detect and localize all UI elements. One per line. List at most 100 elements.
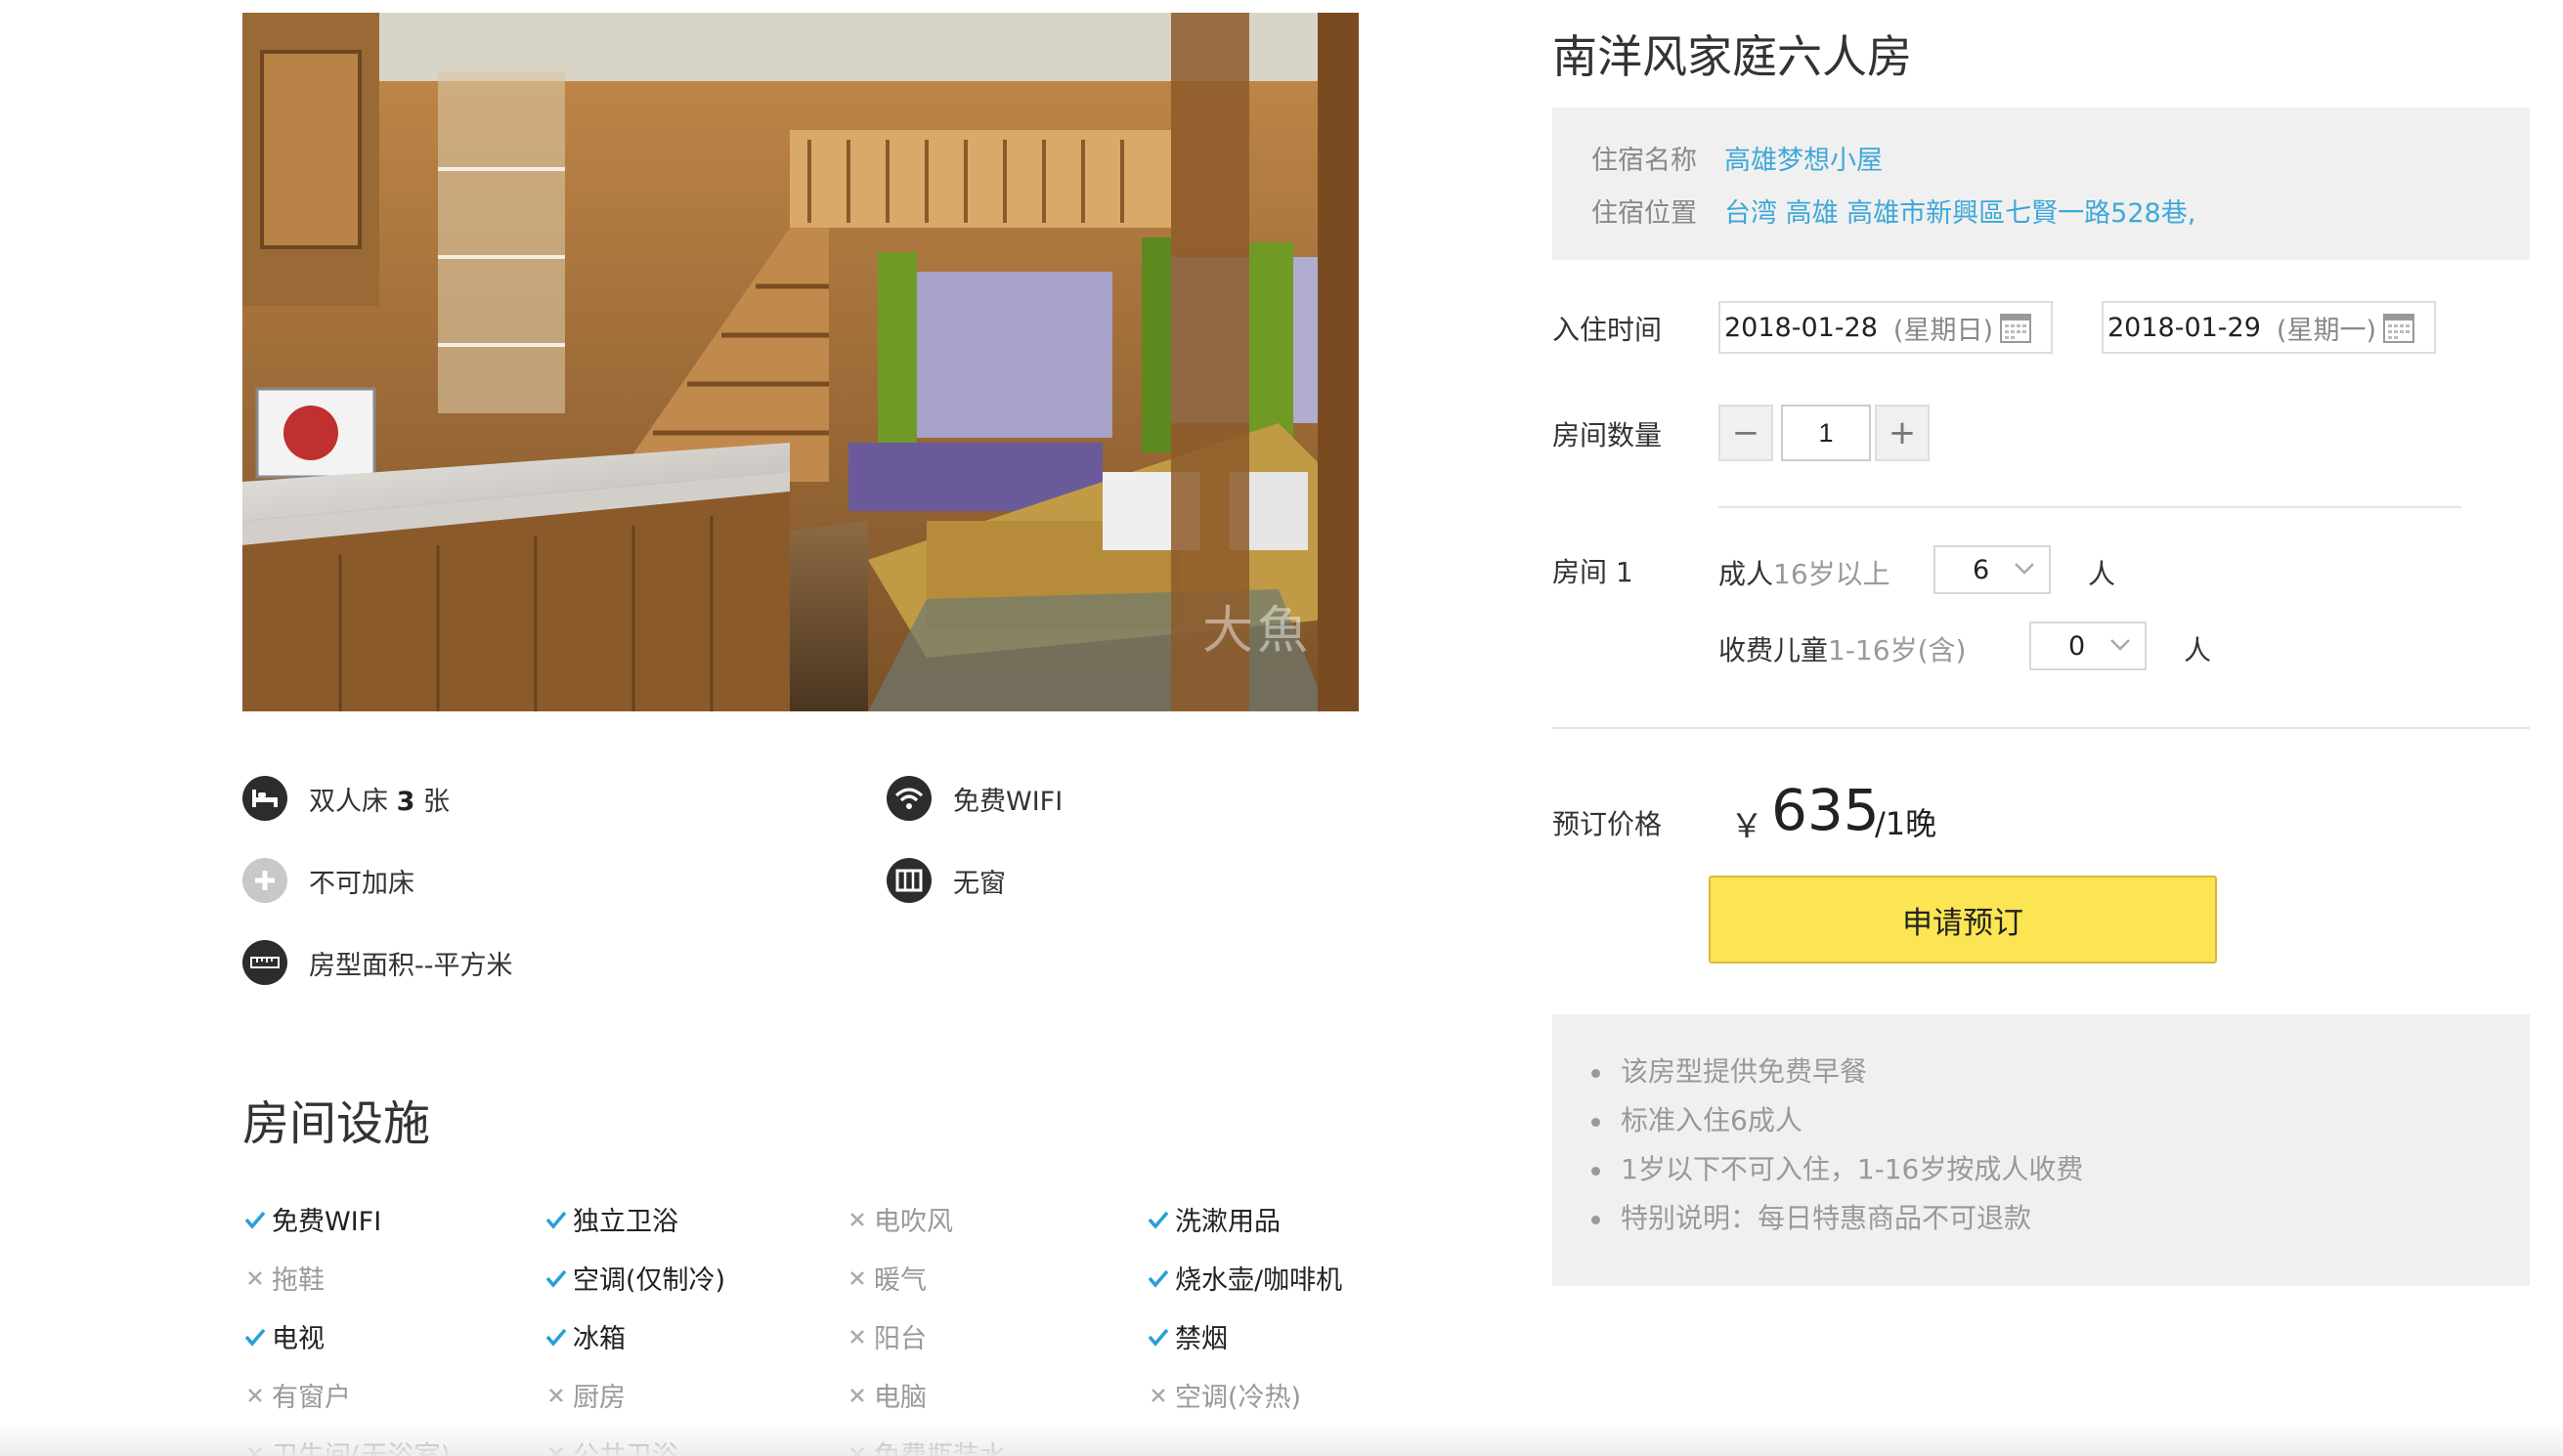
check-icon bbox=[545, 1269, 567, 1288]
facility-label: 阳台 bbox=[874, 1324, 927, 1354]
price-currency: ￥ bbox=[1730, 807, 1763, 846]
check-icon bbox=[545, 1328, 567, 1347]
facility-label: 空调(仅制冷) bbox=[573, 1265, 726, 1296]
feature-bed: 双人床 3 张 bbox=[242, 774, 450, 823]
facility-label: 洗漱用品 bbox=[1175, 1207, 1281, 1237]
facility-label: 冰箱 bbox=[573, 1324, 626, 1354]
decrease-rooms-button[interactable]: − bbox=[1718, 405, 1773, 461]
facility-item: 烧水壶/咖啡机 bbox=[1146, 1259, 1342, 1297]
book-button[interactable]: 申请预订 bbox=[1709, 876, 2217, 964]
ruler-icon bbox=[242, 940, 287, 985]
price-label: 预订价格 bbox=[1552, 808, 1663, 840]
chevron-down-icon bbox=[2110, 639, 2130, 651]
facility-item: 空调(仅制冷) bbox=[543, 1259, 725, 1297]
check-icon bbox=[1148, 1328, 1169, 1347]
increase-rooms-button[interactable]: + bbox=[1875, 405, 1930, 461]
cross-icon bbox=[850, 1212, 864, 1226]
facilities-title: 房间设施 bbox=[242, 1096, 431, 1151]
check-icon bbox=[1148, 1269, 1169, 1288]
chevron-down-icon bbox=[2015, 563, 2034, 575]
price-unit: /1晚 bbox=[1875, 805, 1937, 842]
checkin-date: 2018-01-28 bbox=[1724, 312, 1878, 343]
facility-label: 厨房 bbox=[573, 1383, 626, 1413]
facility-item: 禁烟 bbox=[1146, 1317, 1228, 1355]
facility-item: 有窗户 bbox=[242, 1376, 351, 1414]
child-label: 收费儿童1-16岁(含) bbox=[1718, 629, 1966, 668]
facility-item: 厨房 bbox=[543, 1376, 626, 1414]
facility-item: 暖气 bbox=[845, 1259, 927, 1297]
cross-icon bbox=[850, 1329, 864, 1344]
feature-wifi-label: 免费WIFI bbox=[953, 786, 1064, 817]
facility-item: 空调(冷热) bbox=[1146, 1376, 1301, 1414]
feature-area-label: 房型面积--平方米 bbox=[309, 950, 513, 981]
adult-count-value: 6 bbox=[1973, 555, 1990, 585]
checkout-date-field[interactable]: 2018-01-29 (星期一) bbox=[2102, 301, 2436, 354]
lodging-location-label: 住宿位置 bbox=[1591, 198, 1697, 229]
facility-item: 阳台 bbox=[845, 1317, 927, 1355]
cross-icon bbox=[850, 1388, 864, 1402]
note-item: 特别说明：每日特惠商品不可退款 bbox=[1582, 1194, 2083, 1243]
adult-hint: 16岁以上 bbox=[1773, 558, 1890, 590]
calendar-icon[interactable] bbox=[1999, 311, 2032, 344]
plus-circle-icon bbox=[242, 858, 287, 903]
checkin-weekday: (星期日) bbox=[1892, 315, 1993, 346]
child-unit: 人 bbox=[2184, 634, 2212, 666]
checkout-weekday: (星期一) bbox=[2276, 315, 2376, 346]
facility-item: 独立卫浴 bbox=[543, 1200, 678, 1238]
facility-label: 独立卫浴 bbox=[573, 1207, 678, 1237]
calendar-icon[interactable] bbox=[2382, 311, 2415, 344]
room-photo-image bbox=[242, 13, 1359, 711]
facility-label: 免费WIFI bbox=[272, 1207, 382, 1237]
child-hint: 1-16岁(含) bbox=[1828, 634, 1967, 666]
adult-label: 成人16岁以上 bbox=[1718, 553, 1890, 592]
notes-list: 该房型提供免费早餐 标准入住6成人 1岁以下不可入住，1-16岁按成人收费 特别说明：… bbox=[1582, 1048, 2083, 1243]
facility-label: 暖气 bbox=[874, 1265, 927, 1296]
feature-window: 无窗 bbox=[887, 856, 1006, 905]
room-detail-page: 大魚 双人床 3 张 免费WIFI 不可加床 无窗 房型面积--平方米 房间设施… bbox=[0, 0, 2563, 1456]
cross-icon bbox=[248, 1388, 262, 1402]
check-icon bbox=[1148, 1211, 1169, 1229]
lodging-name-link[interactable]: 高雄梦想小屋 bbox=[1724, 146, 1883, 176]
check-icon bbox=[244, 1328, 266, 1347]
check-icon bbox=[244, 1211, 266, 1229]
bottom-shade bbox=[0, 1423, 2563, 1456]
feature-area: 房型面积--平方米 bbox=[242, 938, 513, 987]
feature-extra-bed: 不可加床 bbox=[242, 856, 414, 905]
divider bbox=[1552, 727, 2530, 729]
facility-label: 烧水壶/咖啡机 bbox=[1175, 1265, 1343, 1296]
lodging-location-row: 住宿位置 台湾 高雄 高雄市新興區七賢一路528巷, bbox=[1591, 192, 2195, 230]
cross-icon bbox=[1151, 1388, 1165, 1402]
adult-count-select[interactable]: 6 bbox=[1933, 545, 2051, 594]
room-1-label: 房间 1 bbox=[1552, 556, 1633, 588]
child-count-value: 0 bbox=[2068, 631, 2086, 662]
facility-label: 电吹风 bbox=[874, 1207, 953, 1237]
lodging-name-label: 住宿名称 bbox=[1591, 146, 1697, 176]
bed-icon bbox=[242, 776, 287, 821]
checkin-label: 入住时间 bbox=[1552, 314, 1663, 346]
feature-bed-count: 3 bbox=[396, 786, 415, 817]
note-item: 标准入住6成人 bbox=[1582, 1096, 2083, 1145]
child-count-select[interactable]: 0 bbox=[2029, 621, 2147, 670]
feature-window-label: 无窗 bbox=[953, 868, 1006, 899]
lodging-name-row: 住宿名称 高雄梦想小屋 bbox=[1591, 139, 1883, 177]
facility-label: 电视 bbox=[272, 1324, 325, 1354]
notes-box: 该房型提供免费早餐 标准入住6成人 1岁以下不可入住，1-16岁按成人收费 特别说明：… bbox=[1552, 1014, 2530, 1286]
facility-item: 洗漱用品 bbox=[1146, 1200, 1281, 1238]
photo-watermark: 大魚 bbox=[1201, 602, 1312, 661]
checkin-date-field[interactable]: 2018-01-28 (星期日) bbox=[1718, 301, 2053, 354]
facility-item: 冰箱 bbox=[543, 1317, 626, 1355]
room-count-input[interactable] bbox=[1781, 405, 1871, 461]
adult-unit: 人 bbox=[2088, 558, 2116, 590]
room-photo[interactable]: 大魚 bbox=[242, 13, 1359, 711]
price-value: 635 bbox=[1771, 777, 1880, 843]
adult-label-text: 成人 bbox=[1718, 558, 1774, 590]
lodging-location-link[interactable]: 台湾 高雄 高雄市新興區七賢一路528巷, bbox=[1724, 198, 2195, 229]
facility-item: 电脑 bbox=[845, 1376, 927, 1414]
facility-label: 电脑 bbox=[874, 1383, 927, 1413]
facility-item: 电吹风 bbox=[845, 1200, 953, 1238]
check-icon bbox=[545, 1211, 567, 1229]
facility-item: 拖鞋 bbox=[242, 1259, 325, 1297]
room-title: 南洋风家庭六人房 bbox=[1552, 30, 1912, 83]
note-item: 该房型提供免费早餐 bbox=[1582, 1048, 2083, 1096]
cross-icon bbox=[549, 1388, 563, 1402]
